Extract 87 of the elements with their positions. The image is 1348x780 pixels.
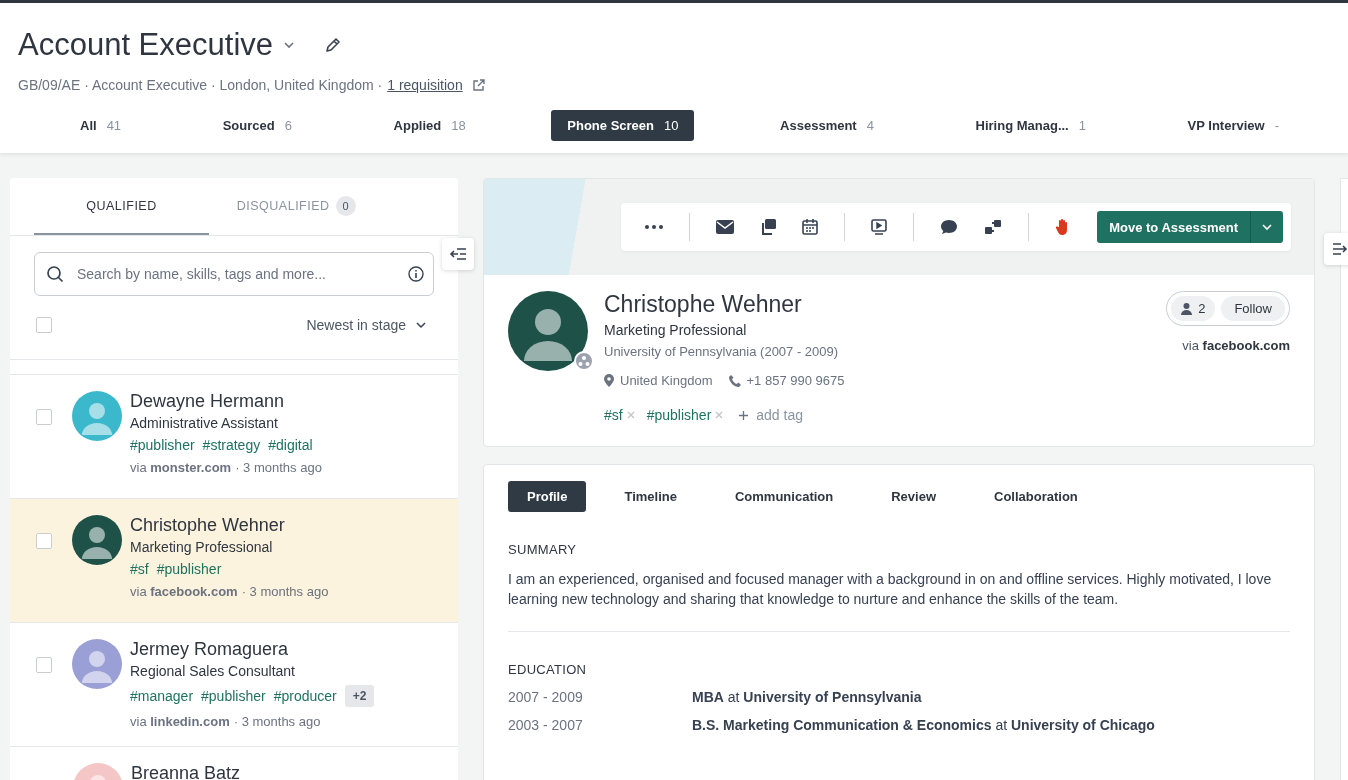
list-tab[interactable]: QUALIFIED — [34, 178, 209, 235]
row-checkbox[interactable] — [36, 657, 52, 673]
expand-icon[interactable] — [1332, 242, 1348, 256]
education-years: 2003 - 2007 — [508, 717, 584, 733]
time-label: · 3 months ago — [241, 584, 329, 599]
list-tab[interactable]: DISQUALIFIED 0 — [209, 178, 384, 235]
job-meta: GB/09/AE · Account Executive · London, United Kingdom · — [18, 77, 383, 93]
row-checkbox[interactable] — [36, 533, 52, 549]
tag-label[interactable]: #sf — [604, 407, 623, 423]
candidate-row[interactable]: Jermey Romaguera Regional Sales Consultant #manager #publisher #producer +2 via linkedin.com · 3 months ago — [10, 623, 458, 747]
location-pin-icon — [604, 374, 614, 387]
person-icon — [1181, 302, 1193, 315]
job-title: Account Executive — [18, 27, 274, 63]
tag-label[interactable]: #digital — [268, 437, 313, 453]
candidate-row[interactable]: Christophe Wehner Marketing Professional #sf #publisher via facebook.com · 3 months ago — [10, 499, 458, 623]
candidate-name: Christophe Wehner — [130, 515, 286, 536]
education-degree: B.S. Marketing Communication & Economics at University of Chicago — [692, 717, 1155, 733]
collapse-icon[interactable] — [449, 247, 467, 261]
tag-label[interactable]: #publisher — [646, 407, 712, 423]
tag-label[interactable]: #manager — [130, 688, 194, 704]
stage-tab[interactable]: Assessment 4 — [764, 110, 890, 141]
swap-icon[interactable] — [984, 219, 1003, 235]
profile-tab[interactable]: Timeline — [604, 481, 697, 512]
location-label: United Kingdom — [620, 373, 713, 388]
stage-tab[interactable]: Sourced 6 — [206, 110, 308, 141]
candidate-name: Christophe Wehner — [604, 291, 803, 318]
move-stage-button[interactable]: Move to Assessment — [1097, 211, 1283, 243]
candidate-role: Marketing Professional — [604, 322, 748, 338]
screen-icon[interactable] — [871, 219, 888, 235]
candidate-name: Jermey Romaguera — [130, 639, 290, 660]
more-tags-badge[interactable]: +2 — [344, 685, 375, 707]
chevron-down-icon[interactable] — [416, 321, 426, 329]
profile-tab[interactable]: Communication — [715, 481, 854, 512]
time-label: · 3 months ago — [233, 714, 321, 729]
profile-tab[interactable]: Profile — [508, 481, 587, 512]
mail-icon[interactable] — [716, 220, 735, 234]
sort-dropdown[interactable]: Newest in stage — [300, 316, 432, 334]
chat-icon[interactable] — [940, 219, 959, 235]
section-heading: SUMMARY — [508, 542, 578, 557]
candidate-row[interactable]: Breanna Batz — [10, 747, 458, 780]
stage-tab[interactable]: Applied 18 — [377, 110, 482, 141]
search-field[interactable]: Search by name, skills, tags and more... — [34, 252, 434, 296]
education-degree: MBA at University of Pennsylvania — [692, 689, 922, 705]
candidate-role: Marketing Professional — [130, 539, 274, 555]
chevron-down-icon[interactable] — [283, 41, 296, 49]
time-label: · 3 months ago — [235, 460, 322, 475]
select-all-checkbox[interactable] — [36, 317, 52, 333]
stage-tab[interactable]: VP Interview - — [1171, 110, 1295, 141]
stage-tab[interactable]: All 41 — [64, 110, 138, 141]
education-label: University of Pennsylvania (2007 - 2009) — [604, 344, 840, 359]
candidate-role: Regional Sales Consultant — [130, 663, 296, 679]
phone-icon — [728, 374, 741, 387]
tag-label[interactable]: #strategy — [202, 437, 261, 453]
external-link-icon[interactable] — [471, 78, 485, 92]
copy-icon[interactable] — [760, 219, 777, 235]
source-label: via facebook.com — [1182, 338, 1290, 353]
calendar-icon[interactable] — [802, 219, 819, 235]
source-label: via linkedin.com — [130, 714, 230, 729]
tag-label[interactable]: #publisher — [156, 561, 222, 577]
row-checkbox[interactable] — [36, 409, 52, 425]
more-icon[interactable] — [645, 225, 664, 229]
tag-label[interactable]: #publisher — [201, 688, 266, 704]
section-heading: EDUCATION — [508, 662, 588, 677]
network-badge-icon — [574, 351, 594, 371]
follow-button[interactable]: Follow — [1221, 296, 1285, 321]
source-label: via monster.com — [130, 460, 232, 475]
summary-text: I am an experienced, organised and focused manager with a background in on and offline services. Highly motivated, I love learning new technology and sharing that knowledge to nurture and enhance the skills of the team. — [508, 570, 1273, 609]
candidate-role: Administrative Assistant — [130, 415, 279, 431]
plus-icon — [739, 410, 749, 420]
search-icon — [46, 265, 64, 283]
profile-tab[interactable]: Review — [871, 481, 957, 512]
candidate-name: Breanna Batz — [131, 763, 241, 780]
tag-label[interactable]: #publisher — [130, 437, 195, 453]
requisition-link[interactable]: 1 requisition — [387, 77, 463, 93]
followers-count[interactable]: 2 — [1171, 296, 1216, 321]
tag-label[interactable]: #producer — [273, 688, 337, 704]
expand-panel-button[interactable] — [1324, 233, 1348, 265]
phone-number: +1 857 990 9675 — [746, 373, 845, 388]
stage-tab[interactable]: Hiring Manag... 1 — [959, 110, 1102, 141]
stage-tab[interactable]: Phone Screen 10 — [551, 110, 695, 141]
source-label: via facebook.com — [130, 584, 238, 599]
tag-label[interactable]: #sf — [130, 561, 149, 577]
info-icon[interactable] — [408, 266, 424, 282]
profile-tab[interactable]: Collaboration — [974, 481, 1098, 512]
candidate-name: Dewayne Hermann — [130, 391, 286, 412]
education-years: 2007 - 2009 — [508, 689, 584, 705]
collapse-panel-button[interactable] — [442, 238, 474, 270]
